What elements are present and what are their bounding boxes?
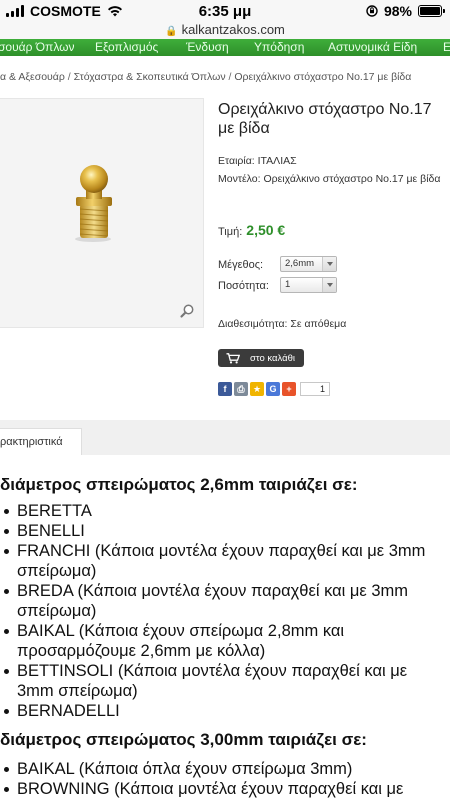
availability-value: Σε απόθεμα	[290, 318, 347, 330]
nav-item-footwear[interactable]: Υπόδηση	[254, 40, 304, 54]
orientation-lock-icon	[366, 5, 378, 17]
battery-level	[420, 7, 440, 15]
price-value: 2,50 €	[246, 222, 286, 238]
nav-item-equipment[interactable]: Εξοπλισμός	[95, 40, 158, 54]
product-title: Ορειχάλκινο στόχαστρο Νο.17 με βίδα	[218, 101, 432, 137]
price-row: Τιμή: 2,50 €	[218, 222, 285, 238]
share-buttons: f ⎙ ★ G + 1	[218, 382, 330, 396]
list-item: BERNADELLI	[0, 701, 440, 721]
nav-item-accessories[interactable]: σουάρ Όπλων	[0, 40, 75, 54]
breadcrumb-separator: /	[64, 71, 74, 83]
list-item: BAIKAL (Κάποια όπλα έχουν σπείρωμα 3mm)	[0, 759, 440, 779]
model-value: Ορειχάλκινο στόχαστρο Νο.17 με βίδα	[263, 173, 441, 185]
list-item: FRANCHI (Κάποια μοντέλα έχουν παραχθεί κ…	[0, 541, 440, 581]
lock-icon: 🔒	[165, 26, 178, 37]
breadcrumb-item-sights[interactable]: Στόχαστρα & Σκοπευτικά Όπλων	[74, 71, 226, 83]
availability-row: Διαθεσιμότητα: Σε απόθεμα	[218, 318, 346, 330]
list-item: BAIKAL (Κάποια έχουν σπείρωμα 2,8mm και …	[0, 621, 440, 661]
breadcrumb: α & Αξεσουάρ / Στόχαστρα & Σκοπευτικά Όπ…	[0, 71, 450, 83]
nav-item-clothing[interactable]: Ένδυση	[186, 40, 229, 54]
main-nav: σουάρ Όπλων Εξοπλισμός Ένδυση Υπόδηση Ασ…	[0, 39, 450, 56]
model-row: Μοντέλο: Ορειχάλκινο στόχαστρο Νο.17 με …	[218, 171, 446, 188]
facebook-icon[interactable]: f	[218, 382, 232, 396]
list-item: BERETTA	[0, 501, 440, 521]
quantity-label: Ποσότητα:	[218, 280, 269, 292]
status-right: 98%	[366, 3, 445, 19]
size-select[interactable]: 2,6mm	[280, 256, 337, 272]
price-label: Τιμή:	[218, 226, 243, 238]
list-item: BROWNING (Κάποια μοντέλα έχουν παραχθεί …	[0, 779, 440, 799]
list-item: BENELLI	[0, 521, 440, 541]
chevron-down-icon	[322, 278, 336, 292]
compatibility-list: BERETTA BENELLI FRANCHI (Κάποια μοντέλα …	[0, 501, 440, 721]
brass-sight-image	[75, 165, 112, 242]
company-row: Εταιρία: ΙΤΑΛΙΑΣ	[218, 153, 297, 170]
availability-label: Διαθεσιμότητα:	[218, 318, 288, 330]
battery-percent: 98%	[383, 3, 412, 19]
compatibility-list: BAIKAL (Κάποια όπλα έχουν σπείρωμα 3mm) …	[0, 759, 440, 799]
tab-characteristics[interactable]: ρακτηριστικά	[0, 428, 82, 455]
url-bar[interactable]: 🔒 kalkantzakos.com	[0, 22, 450, 39]
section-heading: διάμετρος σπειρώματος 3,00mm ταιριάζει σ…	[0, 730, 367, 749]
product-description: διάμετρος σπειρώματος 2,6mm ταιριάζει σε…	[0, 455, 450, 800]
product-image[interactable]	[0, 98, 204, 328]
google-icon[interactable]: G	[266, 382, 280, 396]
quantity-select-value: 1	[285, 279, 291, 290]
url-text: kalkantzakos.com	[181, 22, 285, 37]
cart-icon	[226, 352, 240, 363]
add-to-cart-label: στο καλάθι	[250, 352, 296, 364]
company-value: ΙΤΑΛΙΑΣ	[257, 155, 297, 167]
chevron-down-icon	[322, 257, 336, 271]
add-plus-icon[interactable]: +	[282, 382, 296, 396]
model-label: Μοντέλο:	[218, 173, 261, 185]
breadcrumb-item-current: Ορειχάλκινο στόχαστρο Νο.17 με βίδα	[234, 71, 412, 83]
size-select-value: 2,6mm	[285, 258, 315, 269]
nav-item-more[interactable]: Ε	[443, 40, 450, 54]
status-bar: COSMOTE 6:35 μμ 98%	[0, 0, 450, 22]
list-item: BREDA (Κάποια μοντέλα έχουν παραχθεί και…	[0, 581, 440, 621]
company-label: Εταιρία:	[218, 155, 255, 167]
nav-item-police[interactable]: Αστυνομικά Είδη	[328, 40, 417, 54]
zoom-magnifier-icon[interactable]	[179, 303, 195, 319]
share-count: 1	[300, 382, 330, 396]
list-item: BETTINSOLI (Κάποια μοντέλα έχουν παραχθε…	[0, 661, 440, 701]
add-to-cart-button[interactable]: στο καλάθι	[218, 349, 304, 367]
print-icon[interactable]: ⎙	[234, 382, 248, 396]
size-label: Μέγεθος:	[218, 259, 264, 271]
breadcrumb-item-accessories[interactable]: α & Αξεσουάρ	[0, 71, 65, 83]
quantity-select[interactable]: 1	[280, 277, 337, 293]
section-heading: διάμετρος σπειρώματος 2,6mm ταιριάζει σε…	[0, 475, 358, 494]
battery-icon	[418, 5, 445, 17]
favorite-star-icon[interactable]: ★	[250, 382, 264, 396]
